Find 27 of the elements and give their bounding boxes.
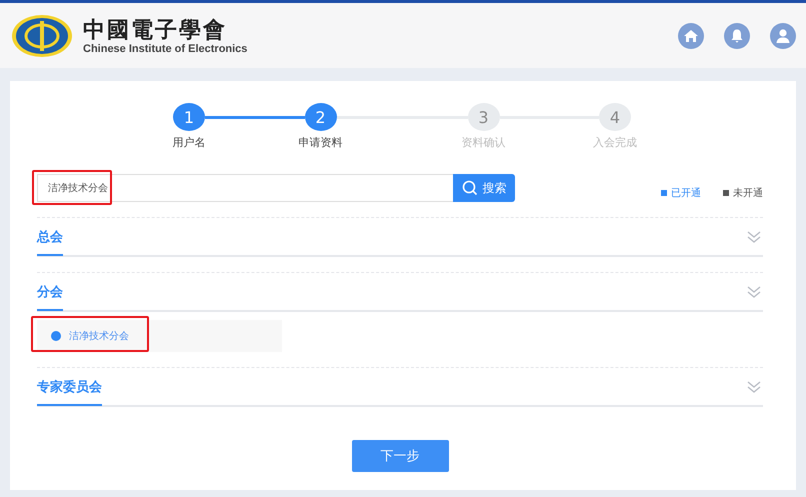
chevron-icon[interactable]	[747, 284, 761, 298]
step-label: 入会完成	[593, 135, 637, 150]
section-title[interactable]: 分会	[37, 274, 63, 311]
logo-title: 中國電子學會	[83, 16, 228, 42]
logo-icon	[11, 14, 73, 58]
user-icon[interactable]	[770, 22, 796, 48]
legend-label: 未开通	[733, 186, 763, 200]
legend-label: 已开通	[671, 186, 701, 200]
next-button[interactable]: 下一步	[352, 440, 448, 472]
logo-subtitle: Chinese Institute of Electronics	[83, 42, 248, 54]
step-number: 1	[173, 103, 205, 131]
step-label: 资料确认	[462, 135, 506, 150]
search-field[interactable]: 洁净技术分会	[37, 174, 453, 202]
step-number: 3	[468, 103, 500, 131]
search-button[interactable]: 搜索	[453, 174, 515, 202]
section-title[interactable]: 总会	[37, 219, 63, 256]
step-label: 申请资料	[298, 135, 342, 150]
chevron-icon[interactable]	[747, 380, 761, 394]
search-icon	[462, 180, 478, 196]
bell-icon[interactable]	[724, 22, 750, 48]
step-number: 2	[304, 103, 336, 131]
step-label: 用户名	[172, 135, 206, 150]
section-title[interactable]: 专家委员会	[37, 369, 102, 406]
branch-name: 洁净技术分会	[69, 330, 129, 343]
step-number: 4	[599, 103, 631, 131]
home-icon[interactable]	[678, 22, 704, 48]
chevron-icon[interactable]	[747, 230, 761, 244]
